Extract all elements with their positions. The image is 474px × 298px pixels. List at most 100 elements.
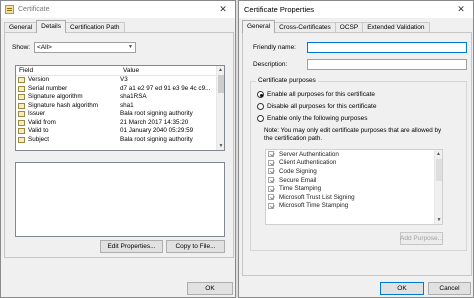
list-item[interactable]: Subject Bala root signing authority [16, 136, 224, 145]
copy-to-file-button[interactable]: Copy to File... [166, 240, 225, 253]
field-icon [18, 85, 25, 92]
scroll-down-icon[interactable]: ▼ [435, 216, 442, 224]
purposes-group-title: Certificate purposes [256, 77, 318, 84]
certificate-titlebar: Certificate ✕ [1, 1, 235, 18]
purpose-label: Secure Email [279, 176, 317, 184]
field-value: 01 January 2040 05:29:59 [120, 127, 194, 134]
checkbox-checked-icon [268, 168, 274, 175]
field-name: Valid from [28, 118, 56, 126]
checkbox-checked-icon [268, 151, 274, 158]
show-select[interactable]: <All> ▼ [34, 42, 136, 53]
field-name: Serial number [28, 84, 68, 92]
chevron-down-icon: ▼ [128, 44, 133, 50]
scroll-thumb[interactable] [218, 75, 224, 93]
field-value: sha1 [120, 101, 134, 109]
note-line-2: the certification path. [264, 135, 323, 142]
description-input[interactable] [307, 59, 467, 70]
field-icon [18, 102, 25, 109]
edit-properties-button[interactable]: Edit Properties... [100, 240, 163, 253]
list-item[interactable]: Valid to 01 January 2040 05:29:59 [16, 127, 224, 136]
description-label: Description: [253, 61, 288, 68]
certificate-properties-window: Certificate Properties ✕ General Cross-C… [238, 0, 474, 298]
note-line-1: Note: You may only edit certificate purp… [264, 127, 442, 134]
field-value: Bala root signing authority [120, 135, 193, 143]
fields-list[interactable]: Field Value Version V3 Serial number d7 a1… [15, 65, 225, 151]
list-header: Field Value [16, 66, 224, 76]
scroll-up-icon[interactable]: ▲ [435, 150, 442, 158]
field-name: Version [28, 76, 50, 83]
list-item[interactable]: Signature algorithm sha1RSA [16, 93, 224, 102]
close-icon[interactable]: ✕ [449, 1, 473, 18]
field-icon [18, 111, 25, 118]
disable-all-radio[interactable]: Disable all purposes for this certificat… [257, 103, 376, 110]
radio-icon [257, 115, 264, 122]
enable-following-radio[interactable]: Enable only the following purposes [257, 115, 367, 122]
checkbox-checked-icon [268, 185, 274, 192]
certificate-icon [5, 5, 14, 14]
purpose-label: Server Authentication [279, 150, 339, 158]
purpose-item: Client Authentication [266, 159, 442, 168]
purpose-label: Time Stamping [279, 185, 322, 193]
field-value-textbox[interactable] [15, 162, 225, 237]
ok-button[interactable]: OK [380, 282, 424, 295]
purpose-item: Microsoft Trust List Signing [266, 193, 442, 202]
purpose-item: Secure Email [266, 176, 442, 185]
field-value: sha1RSA [120, 93, 147, 100]
ok-button[interactable]: OK [187, 282, 233, 295]
friendly-name-label: Friendly name: [253, 44, 296, 51]
field-icon [18, 136, 25, 143]
purpose-item: Time Stamping [266, 184, 442, 193]
field-value: V3 [120, 76, 128, 83]
checkbox-checked-icon [268, 202, 274, 209]
purposes-scrollbar[interactable]: ▲ ▼ [434, 150, 442, 224]
friendly-name-input[interactable] [307, 42, 467, 53]
field-icon [18, 94, 25, 101]
general-panel: Friendly name: Description: Certificate … [242, 32, 472, 276]
purposes-list[interactable]: Server Authentication Client Authenticat… [265, 149, 443, 225]
tab-details[interactable]: Details [36, 20, 66, 33]
certificate-window: Certificate ✕ General Details Certificat… [0, 0, 236, 298]
list-item[interactable]: Issuer Bala root signing authority [16, 110, 224, 119]
column-field[interactable]: Field [16, 66, 120, 75]
tab-general[interactable]: General [242, 20, 276, 33]
list-item[interactable]: Version V3 [16, 76, 224, 85]
details-panel: Show: <All> ▼ Field Value Version V3 Seri… [4, 32, 234, 258]
checkbox-checked-icon [268, 194, 274, 201]
disable-all-label: Disable all purposes for this certificat… [267, 103, 377, 110]
field-value: d7 a1 e2 97 ed 91 e3 9e 4c c9... [120, 84, 211, 92]
purpose-label: Code Signing [279, 167, 317, 175]
scroll-down-icon[interactable]: ▼ [217, 142, 224, 150]
enable-following-label: Enable only the following purposes [267, 115, 368, 122]
show-label: Show: [12, 44, 31, 51]
field-name: Signature algorithm [28, 93, 83, 100]
list-scrollbar[interactable]: ▲ ▼ [216, 66, 224, 150]
purpose-label: Microsoft Time Stamping [279, 202, 349, 210]
radio-selected-icon [257, 91, 264, 98]
list-item[interactable]: Signature hash algorithm sha1 [16, 102, 224, 111]
add-purpose-button[interactable]: Add Purpose... [400, 232, 443, 245]
purposes-group: Certificate purposes Enable all purposes… [250, 77, 467, 251]
field-name: Issuer [28, 110, 46, 117]
purpose-label: Microsoft Trust List Signing [279, 193, 355, 201]
window-title: Certificate [18, 6, 50, 13]
radio-icon [257, 103, 264, 110]
cancel-button[interactable]: Cancel [428, 282, 471, 295]
list-item[interactable]: Serial number d7 a1 e2 97 ed 91 e3 9e 4c … [16, 85, 224, 94]
scroll-up-icon[interactable]: ▲ [217, 66, 224, 74]
purpose-item: Server Authentication [266, 150, 442, 159]
field-value: 21 March 2017 14:35:20 [120, 118, 189, 126]
list-item[interactable]: Valid from 21 March 2017 14:35:20 [16, 119, 224, 128]
enable-all-label: Enable all purposes for this certificate [267, 91, 376, 98]
enable-all-radio[interactable]: Enable all purposes for this certificate [257, 91, 375, 98]
close-icon[interactable]: ✕ [211, 1, 235, 18]
field-name: Valid to [28, 127, 49, 134]
scroll-thumb[interactable] [436, 159, 442, 181]
field-icon [18, 77, 25, 84]
column-value[interactable]: Value [120, 66, 216, 75]
window-title: Certificate Properties [244, 5, 315, 14]
purpose-label: Client Authentication [279, 159, 337, 167]
purpose-item: Code Signing [266, 167, 442, 176]
field-icon [18, 128, 25, 135]
field-name: Signature hash algorithm [28, 101, 99, 109]
checkbox-checked-icon [268, 159, 274, 166]
